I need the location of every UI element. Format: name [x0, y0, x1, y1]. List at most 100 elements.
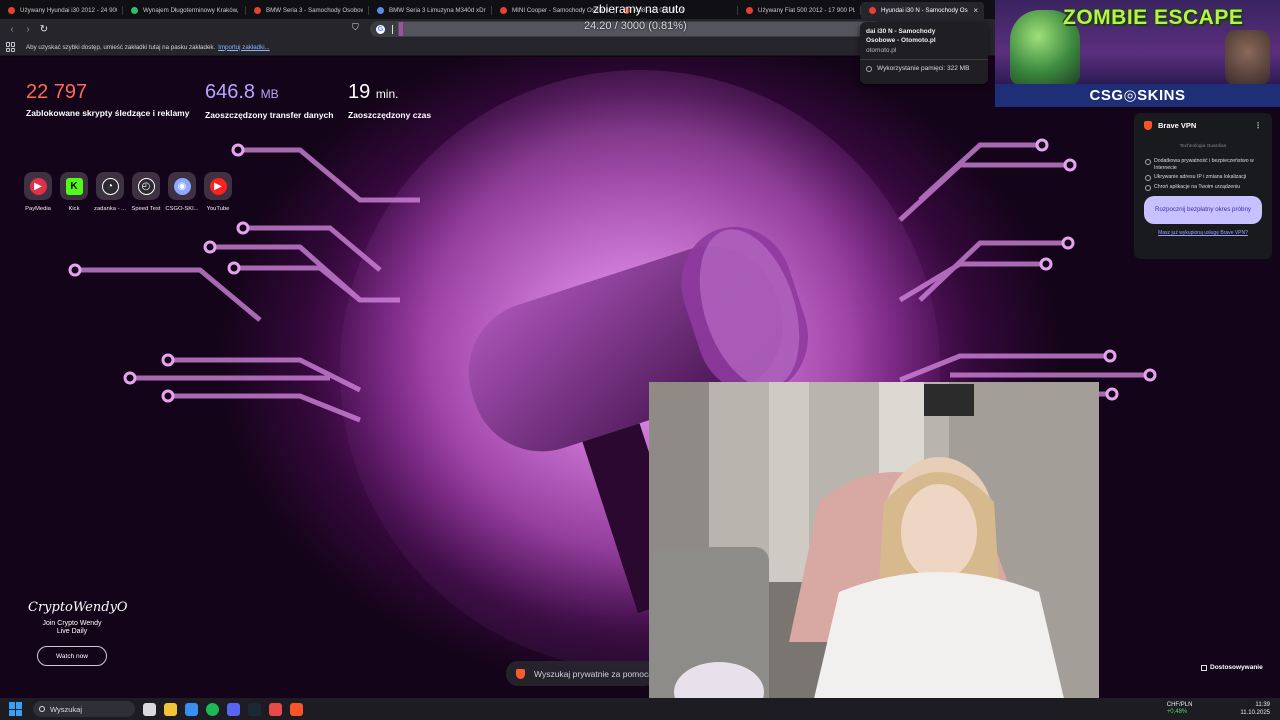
top-site-icon-frame: ▶: [24, 172, 52, 200]
spotify-icon[interactable]: [206, 702, 219, 716]
windows-start-icon[interactable]: [9, 702, 23, 716]
top-site-label: Kick: [68, 206, 80, 212]
customize-icon: [1201, 664, 1207, 671]
forward-arrow-icon[interactable]: ›: [20, 21, 36, 37]
top-site-tile[interactable]: ▶ YouTube: [200, 172, 236, 212]
webcam-feed: [649, 382, 1099, 720]
promo-line-1: Join Crypto Wendy: [42, 620, 102, 627]
store-icon[interactable]: [185, 702, 198, 716]
stat-trackers: 22 797 Zablokowane skrypty śledzące i re…: [26, 81, 189, 118]
vpn-features: Dodatkowa prywatność i bezpieczeństwo w …: [1144, 158, 1262, 190]
youtube-icon: ▶: [209, 177, 227, 195]
tab-favicon-icon: [746, 7, 753, 14]
vpn-shield-icon: [1144, 121, 1152, 130]
bookmark-icon[interactable]: ⛉: [352, 22, 359, 33]
tab-favicon-icon: [500, 7, 507, 14]
top-site-tile[interactable]: ◔ zadanka - ...: [92, 172, 128, 212]
system-tray: CHF/PLN +0,48% 11:39 11.10.2025: [1167, 698, 1270, 720]
google-icon: G: [376, 24, 385, 34]
stream-goal-progress: 24.20 / 3000 (0.81%): [584, 20, 687, 32]
stat-trackers-label: Zablokowane skrypty śledzące i reklamy: [26, 108, 190, 118]
taskbar-search[interactable]: Wyszukaj: [33, 701, 135, 717]
browser-toolbar: ‹ › ↻ ⛉ G: [0, 19, 995, 39]
memory-icon: [866, 65, 872, 72]
csgo-icon: ◉: [173, 177, 191, 195]
stat-trackers-value: 22 797: [26, 81, 189, 103]
currency-widget[interactable]: CHF/PLN +0,48%: [1167, 702, 1193, 716]
file-explorer-icon[interactable]: [164, 702, 177, 716]
top-site-tile[interactable]: ◉ CSGO-SKI...: [164, 172, 200, 212]
ad-banner[interactable]: ZOMBIE ESCAPE CSG◎SKINS: [995, 0, 1280, 107]
vpn-header: Brave VPN ⋮: [1144, 121, 1262, 130]
top-site-icon-frame: K: [60, 172, 88, 200]
hover-card-title-1: dai i30 N - Samochody: [866, 28, 936, 35]
currency-change: +0,48%: [1166, 709, 1188, 715]
ad-brand: CSG◎SKINS: [995, 84, 1280, 107]
browser-tab[interactable]: BMW Seria 3 - Samochody Osobowe: [246, 2, 369, 19]
brave-browser-icon[interactable]: [290, 702, 303, 716]
discord-icon[interactable]: [227, 702, 240, 716]
paymedia-icon: ▶: [29, 177, 47, 195]
start-trial-button[interactable]: Rozpocznij bezpłatny okres próbny: [1144, 196, 1262, 224]
stat-time-unit: min.: [375, 87, 399, 101]
tab-title: Hyundai i30 N - Samochody Os: [881, 7, 968, 14]
vpn-feature: Ukrywanie adresu IP i zmiana lokalizacji: [1144, 174, 1262, 181]
browser-tab[interactable]: Używany Fiat 500 2012 - 17 900 PLN: [738, 2, 861, 19]
top-site-label: CSGO-SKI...: [165, 206, 199, 212]
stat-bandwidth: 646.8 MB Zaoszczędzony transfer danych: [205, 81, 333, 120]
private-search-box[interactable]: Wyszukaj prywatnie za pomocą: [506, 661, 656, 686]
bookmarks-prompt: Aby uzyskać szybki dostęp, umieść zakład…: [26, 43, 216, 51]
vpn-title: Brave VPN: [1158, 121, 1197, 130]
top-site-tile[interactable]: ▶ PayMedia: [20, 172, 56, 212]
bookmarks-bar: Aby uzyskać szybki dostęp, umieść zakład…: [0, 39, 995, 56]
tab-hover-card: dai i30 N - Samochody Osobowe - Otomoto.…: [860, 22, 988, 84]
browser-tab[interactable]: BMW Seria 3 Limuzyna M340d xDriv: [369, 2, 492, 19]
sponsored-promo: CryptoWendyO Join Crypto Wendy Live Dail…: [28, 600, 128, 666]
clock-time: 11:39: [1255, 702, 1270, 708]
brave-lion-icon: [516, 668, 525, 679]
vpn-tech: Technologia Guardian: [1179, 144, 1227, 149]
tab-title: Używany Fiat 500 2012 - 17 900 PLN: [758, 7, 855, 14]
already-purchased-link[interactable]: Masz już wykupioną usługę Brave VPN?: [1144, 230, 1262, 236]
stat-bandwidth-unit: MB: [260, 87, 279, 101]
soldier-art: [1225, 30, 1270, 85]
tab-title: BMW Seria 3 - Samochody Osobowe: [266, 7, 363, 14]
tab-favicon-icon: [254, 7, 261, 14]
stat-bandwidth-label: Zaoszczędzony transfer danych: [205, 110, 334, 120]
watch-now-button[interactable]: Watch now: [37, 646, 107, 666]
tab-title: Używany Hyundai i30 2012 - 24 900: [20, 7, 117, 14]
taskbar-search-text: Wyszukaj: [50, 704, 83, 714]
obs-icon[interactable]: [269, 702, 282, 716]
task-view-icon[interactable]: [143, 702, 156, 716]
browser-tab[interactable]: Wynajem Długoterminowy Kraków, ..: [123, 2, 246, 19]
top-site-tile[interactable]: K Kick: [56, 172, 92, 212]
customize-button[interactable]: Dostosowywanie: [1201, 664, 1263, 671]
memory-usage: Wykorzystanie pamięci: 322 MB: [866, 65, 982, 72]
browser-tab[interactable]: Używany Hyundai i30 2012 - 24 900: [0, 2, 123, 19]
more-options-icon[interactable]: ⋮: [1254, 121, 1262, 130]
close-tab-icon[interactable]: ×: [973, 6, 978, 15]
back-arrow-icon[interactable]: ‹: [4, 21, 20, 37]
search-icon: [39, 706, 45, 712]
vpn-feature: Chroń aplikacje na Twoim urządzeniu: [1144, 184, 1262, 190]
apps-grid-icon[interactable]: [6, 42, 16, 52]
browser-tab[interactable]: Hyundai i30 N - Samochody Os ×: [861, 2, 984, 19]
stream-goal-title: zbieramy na auto: [593, 2, 686, 16]
import-bookmarks-link[interactable]: Importuj zakładki...: [218, 44, 270, 51]
top-site-label: PayMedia: [25, 206, 51, 212]
steam-icon[interactable]: [248, 702, 261, 716]
memory-usage-text: Wykorzystanie pamięci: 322 MB: [877, 65, 970, 72]
zadanka-icon: ◔: [101, 177, 119, 195]
top-site-label: Speed Test: [131, 206, 161, 212]
promo-line-2: Live Daily: [56, 628, 88, 635]
divider: [860, 59, 988, 60]
top-site-icon-frame: ◉: [168, 172, 196, 200]
tab-title: Wynajem Długoterminowy Kraków, ..: [143, 7, 240, 14]
taskbar: Wyszukaj CHF/PLN +0,48% 11:39 11.10.2025: [0, 698, 1280, 720]
clock[interactable]: 11:39 11.10.2025: [1240, 701, 1270, 717]
reload-icon[interactable]: ↻: [36, 21, 52, 37]
tab-favicon-icon: [869, 7, 876, 14]
tab-favicon-icon: [131, 7, 138, 14]
currency-pair: CHF/PLN: [1166, 702, 1193, 708]
top-site-tile[interactable]: ◴ Speed Test: [128, 172, 164, 212]
